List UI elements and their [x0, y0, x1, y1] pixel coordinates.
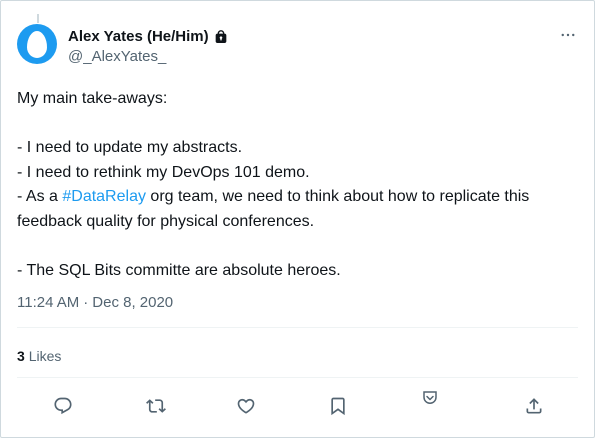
- meta-separator: ·: [83, 294, 89, 311]
- avatar[interactable]: [17, 24, 57, 64]
- more-options-icon[interactable]: [558, 25, 578, 45]
- tweet-line: - I need to update my abstracts.: [17, 139, 243, 156]
- likes-count-link[interactable]: 3 Likes: [17, 348, 61, 364]
- tweet-line-prefix: - As a: [17, 188, 63, 205]
- author-name-row: Alex Yates (He/Him): [68, 28, 229, 45]
- tweet-intro: My main take-aways:: [17, 90, 168, 107]
- likes-count: 3: [17, 348, 25, 364]
- bookmark-icon[interactable]: [328, 396, 348, 416]
- tweet-line: - I need to rethink my DevOps 101 demo.: [17, 163, 310, 181]
- likes-label: Likes: [28, 348, 62, 364]
- like-icon[interactable]: [236, 396, 256, 416]
- tweet-text: My main take-aways: - I need to update m…: [17, 87, 587, 283]
- lock-icon: [213, 29, 229, 45]
- share-icon[interactable]: [524, 396, 544, 416]
- hashtag-link[interactable]: #DataRelay: [62, 188, 146, 205]
- tweet-time: 11:24 AM: [17, 294, 80, 311]
- retweet-icon[interactable]: [146, 396, 166, 416]
- author-handle[interactable]: @_AlexYates_: [68, 48, 166, 65]
- tweet-date: Dec 8, 2020: [92, 294, 174, 311]
- pocket-icon[interactable]: [421, 389, 439, 407]
- default-egg-avatar-icon: [27, 31, 47, 58]
- tweet-card: Alex Yates (He/Him) @_AlexYates_ My main…: [0, 0, 595, 438]
- divider: [17, 377, 578, 378]
- reply-icon[interactable]: [53, 396, 73, 416]
- tweet-line: - The SQL Bits committe are absolute her…: [17, 261, 341, 279]
- divider: [17, 327, 578, 328]
- thread-connector: [37, 14, 39, 23]
- tweet-timestamp[interactable]: 11:24 AM · Dec 8, 2020: [17, 294, 173, 311]
- author-name[interactable]: Alex Yates (He/Him): [68, 28, 209, 45]
